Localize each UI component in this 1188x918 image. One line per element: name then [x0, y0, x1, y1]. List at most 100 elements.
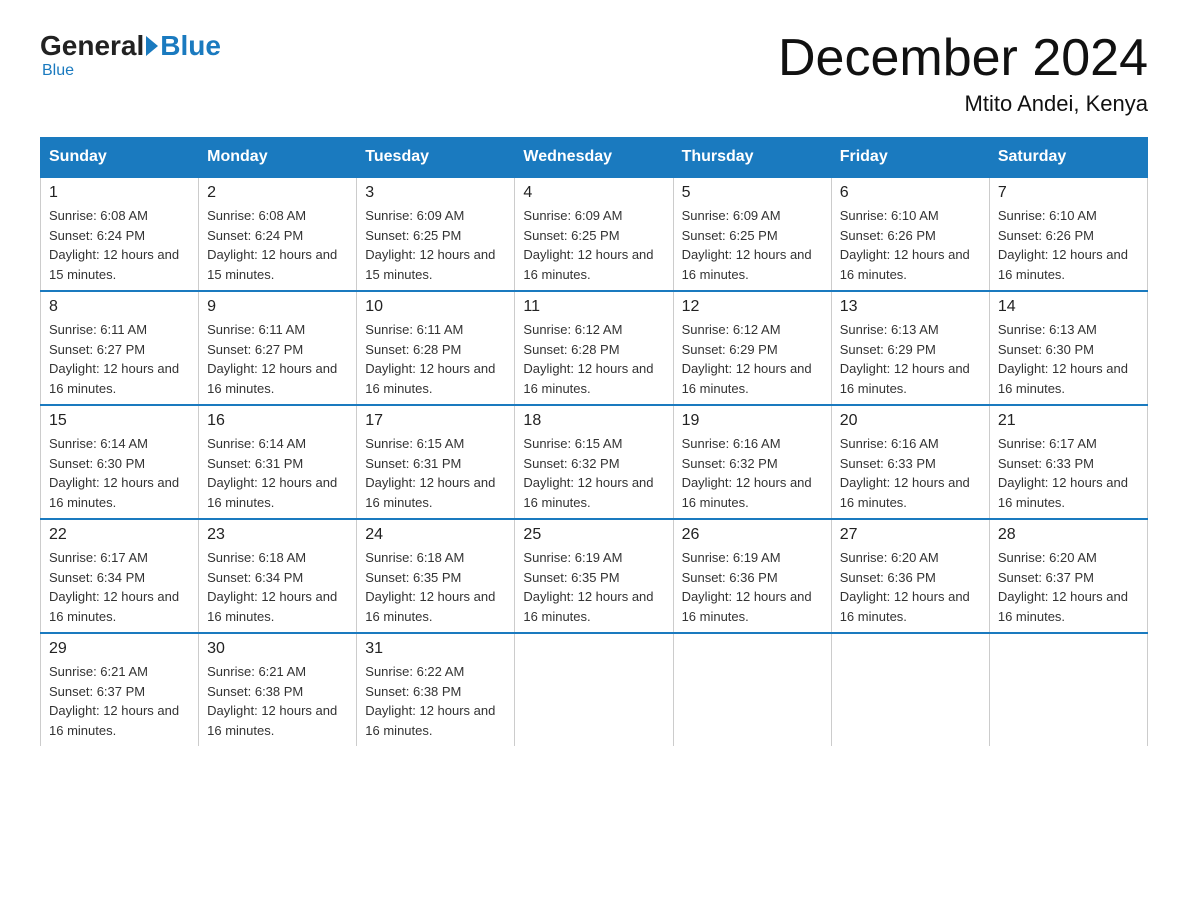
sunrise-label: Sunrise: 6:09 AM	[682, 208, 781, 223]
sunrise-label: Sunrise: 6:17 AM	[998, 436, 1097, 451]
daylight-label: Daylight: 12 hours and 15 minutes.	[49, 247, 179, 282]
calendar-week-row: 15 Sunrise: 6:14 AM Sunset: 6:30 PM Dayl…	[41, 405, 1148, 519]
daylight-label: Daylight: 12 hours and 16 minutes.	[682, 475, 812, 510]
daylight-label: Daylight: 12 hours and 16 minutes.	[998, 361, 1128, 396]
sunrise-label: Sunrise: 6:14 AM	[207, 436, 306, 451]
header-tuesday: Tuesday	[357, 138, 515, 178]
calendar-cell: 21 Sunrise: 6:17 AM Sunset: 6:33 PM Dayl…	[989, 405, 1147, 519]
sunrise-label: Sunrise: 6:15 AM	[523, 436, 622, 451]
calendar-week-row: 29 Sunrise: 6:21 AM Sunset: 6:37 PM Dayl…	[41, 633, 1148, 746]
day-number: 1	[49, 184, 190, 202]
sunrise-label: Sunrise: 6:20 AM	[840, 550, 939, 565]
logo-blue-text: Blue	[160, 30, 221, 62]
sunset-label: Sunset: 6:26 PM	[998, 228, 1094, 243]
daylight-label: Daylight: 12 hours and 16 minutes.	[365, 589, 495, 624]
sunrise-label: Sunrise: 6:10 AM	[840, 208, 939, 223]
day-info: Sunrise: 6:11 AM Sunset: 6:27 PM Dayligh…	[207, 320, 348, 398]
day-number: 24	[365, 526, 506, 544]
daylight-label: Daylight: 12 hours and 16 minutes.	[998, 475, 1128, 510]
calendar-table: SundayMondayTuesdayWednesdayThursdayFrid…	[40, 137, 1148, 746]
sunset-label: Sunset: 6:28 PM	[365, 342, 461, 357]
sunset-label: Sunset: 6:27 PM	[49, 342, 145, 357]
calendar-header-row: SundayMondayTuesdayWednesdayThursdayFrid…	[41, 138, 1148, 178]
sunrise-label: Sunrise: 6:14 AM	[49, 436, 148, 451]
day-number: 9	[207, 298, 348, 316]
day-info: Sunrise: 6:10 AM Sunset: 6:26 PM Dayligh…	[998, 206, 1139, 284]
day-number: 2	[207, 184, 348, 202]
day-info: Sunrise: 6:11 AM Sunset: 6:27 PM Dayligh…	[49, 320, 190, 398]
daylight-label: Daylight: 12 hours and 16 minutes.	[49, 475, 179, 510]
sunrise-label: Sunrise: 6:17 AM	[49, 550, 148, 565]
day-number: 6	[840, 184, 981, 202]
day-number: 31	[365, 640, 506, 658]
daylight-label: Daylight: 12 hours and 16 minutes.	[998, 589, 1128, 624]
day-number: 28	[998, 526, 1139, 544]
sunset-label: Sunset: 6:25 PM	[365, 228, 461, 243]
logo-arrow-icon	[146, 36, 158, 56]
day-number: 17	[365, 412, 506, 430]
day-info: Sunrise: 6:18 AM Sunset: 6:34 PM Dayligh…	[207, 548, 348, 626]
day-info: Sunrise: 6:09 AM Sunset: 6:25 PM Dayligh…	[523, 206, 664, 284]
day-number: 11	[523, 298, 664, 316]
day-info: Sunrise: 6:17 AM Sunset: 6:34 PM Dayligh…	[49, 548, 190, 626]
day-info: Sunrise: 6:21 AM Sunset: 6:37 PM Dayligh…	[49, 662, 190, 740]
day-info: Sunrise: 6:14 AM Sunset: 6:31 PM Dayligh…	[207, 434, 348, 512]
day-info: Sunrise: 6:09 AM Sunset: 6:25 PM Dayligh…	[365, 206, 506, 284]
sunrise-label: Sunrise: 6:18 AM	[207, 550, 306, 565]
sunrise-label: Sunrise: 6:16 AM	[682, 436, 781, 451]
sunrise-label: Sunrise: 6:09 AM	[365, 208, 464, 223]
daylight-label: Daylight: 12 hours and 16 minutes.	[49, 703, 179, 738]
sunset-label: Sunset: 6:27 PM	[207, 342, 303, 357]
calendar-cell: 27 Sunrise: 6:20 AM Sunset: 6:36 PM Dayl…	[831, 519, 989, 633]
daylight-label: Daylight: 12 hours and 16 minutes.	[840, 247, 970, 282]
sunset-label: Sunset: 6:33 PM	[840, 456, 936, 471]
page-header: General Blue Blue December 2024 Mtito An…	[40, 30, 1148, 117]
calendar-cell: 19 Sunrise: 6:16 AM Sunset: 6:32 PM Dayl…	[673, 405, 831, 519]
calendar-cell: 28 Sunrise: 6:20 AM Sunset: 6:37 PM Dayl…	[989, 519, 1147, 633]
day-info: Sunrise: 6:16 AM Sunset: 6:33 PM Dayligh…	[840, 434, 981, 512]
daylight-label: Daylight: 12 hours and 16 minutes.	[207, 589, 337, 624]
calendar-week-row: 1 Sunrise: 6:08 AM Sunset: 6:24 PM Dayli…	[41, 177, 1148, 291]
sunset-label: Sunset: 6:37 PM	[49, 684, 145, 699]
location-title: Mtito Andei, Kenya	[778, 91, 1148, 117]
sunset-label: Sunset: 6:33 PM	[998, 456, 1094, 471]
calendar-cell	[515, 633, 673, 746]
title-block: December 2024 Mtito Andei, Kenya	[778, 30, 1148, 117]
day-info: Sunrise: 6:22 AM Sunset: 6:38 PM Dayligh…	[365, 662, 506, 740]
daylight-label: Daylight: 12 hours and 16 minutes.	[523, 361, 653, 396]
daylight-label: Daylight: 12 hours and 16 minutes.	[840, 589, 970, 624]
header-sunday: Sunday	[41, 138, 199, 178]
daylight-label: Daylight: 12 hours and 16 minutes.	[365, 361, 495, 396]
sunrise-label: Sunrise: 6:21 AM	[49, 664, 148, 679]
calendar-cell: 16 Sunrise: 6:14 AM Sunset: 6:31 PM Dayl…	[199, 405, 357, 519]
sunset-label: Sunset: 6:34 PM	[207, 570, 303, 585]
header-friday: Friday	[831, 138, 989, 178]
sunset-label: Sunset: 6:28 PM	[523, 342, 619, 357]
sunrise-label: Sunrise: 6:13 AM	[840, 322, 939, 337]
day-info: Sunrise: 6:13 AM Sunset: 6:29 PM Dayligh…	[840, 320, 981, 398]
daylight-label: Daylight: 12 hours and 15 minutes.	[207, 247, 337, 282]
day-number: 18	[523, 412, 664, 430]
sunrise-label: Sunrise: 6:11 AM	[207, 322, 305, 337]
calendar-cell: 8 Sunrise: 6:11 AM Sunset: 6:27 PM Dayli…	[41, 291, 199, 405]
calendar-cell	[831, 633, 989, 746]
day-info: Sunrise: 6:15 AM Sunset: 6:32 PM Dayligh…	[523, 434, 664, 512]
day-info: Sunrise: 6:14 AM Sunset: 6:30 PM Dayligh…	[49, 434, 190, 512]
sunset-label: Sunset: 6:32 PM	[523, 456, 619, 471]
calendar-cell: 5 Sunrise: 6:09 AM Sunset: 6:25 PM Dayli…	[673, 177, 831, 291]
sunrise-label: Sunrise: 6:15 AM	[365, 436, 464, 451]
calendar-cell: 4 Sunrise: 6:09 AM Sunset: 6:25 PM Dayli…	[515, 177, 673, 291]
logo-subtitle: Blue	[42, 62, 74, 80]
day-number: 21	[998, 412, 1139, 430]
daylight-label: Daylight: 12 hours and 16 minutes.	[840, 361, 970, 396]
calendar-cell: 6 Sunrise: 6:10 AM Sunset: 6:26 PM Dayli…	[831, 177, 989, 291]
calendar-cell: 7 Sunrise: 6:10 AM Sunset: 6:26 PM Dayli…	[989, 177, 1147, 291]
sunrise-label: Sunrise: 6:19 AM	[682, 550, 781, 565]
sunrise-label: Sunrise: 6:16 AM	[840, 436, 939, 451]
day-number: 3	[365, 184, 506, 202]
sunset-label: Sunset: 6:31 PM	[365, 456, 461, 471]
daylight-label: Daylight: 12 hours and 16 minutes.	[840, 475, 970, 510]
sunset-label: Sunset: 6:29 PM	[840, 342, 936, 357]
day-number: 26	[682, 526, 823, 544]
sunset-label: Sunset: 6:35 PM	[365, 570, 461, 585]
